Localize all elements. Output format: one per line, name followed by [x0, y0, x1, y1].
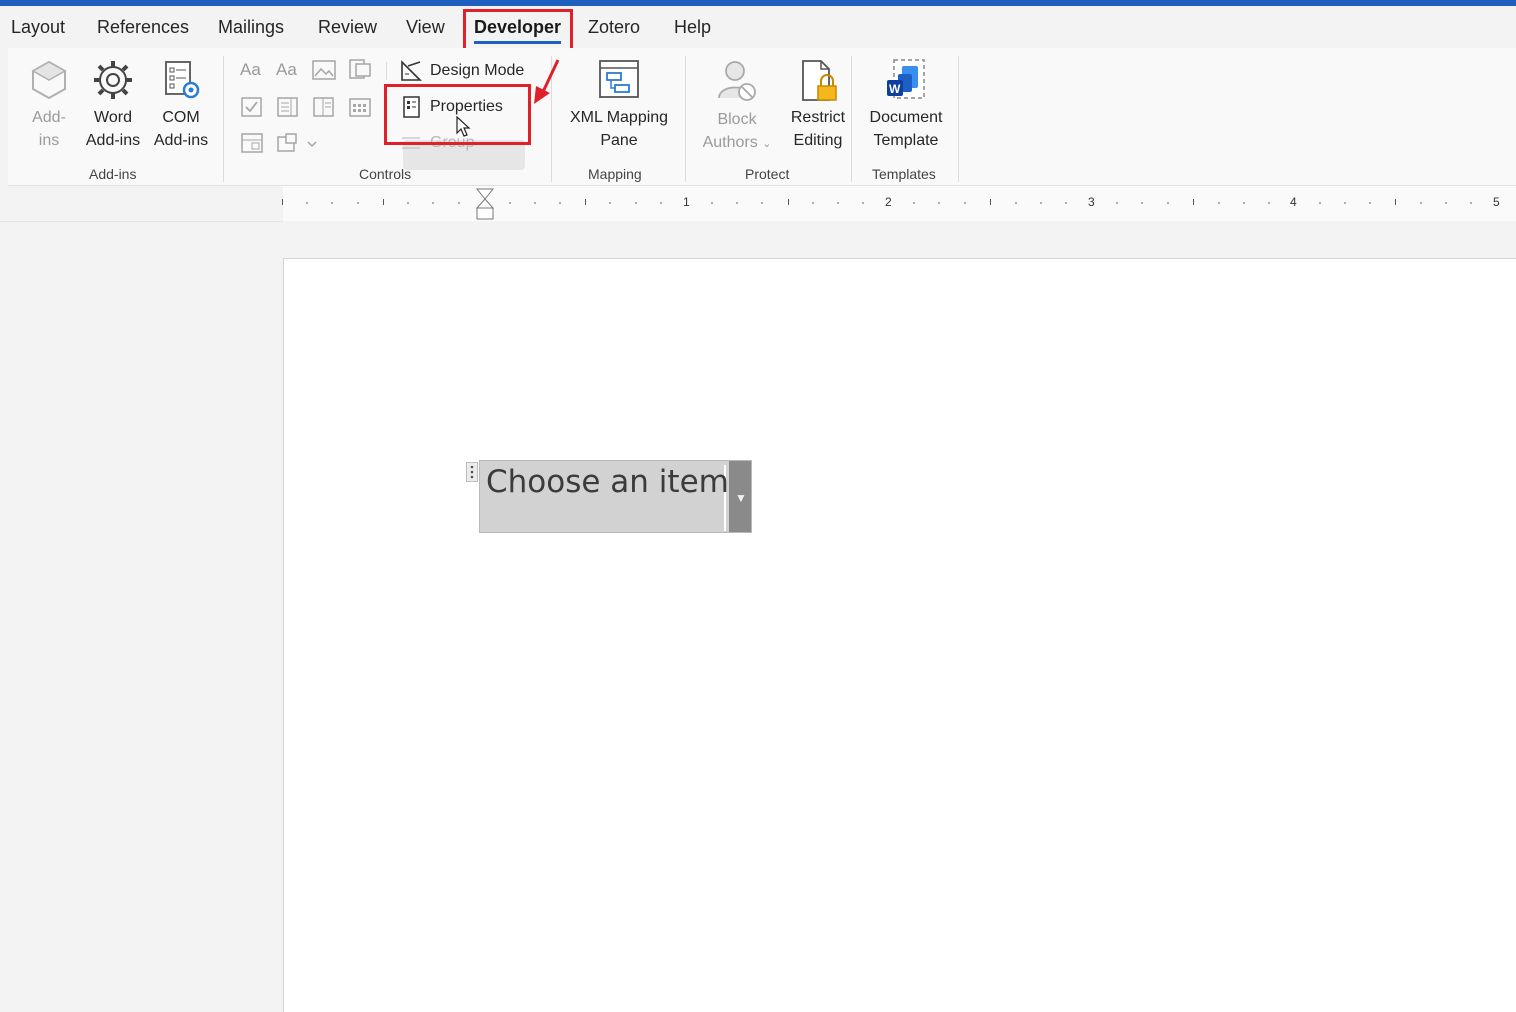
- horizontal-ruler: 1 2 3 4 5: [0, 186, 1516, 222]
- tab-help[interactable]: Help: [674, 17, 711, 38]
- developer-tab-highlight: [463, 9, 573, 53]
- com-addins-icon: [165, 61, 200, 99]
- addins-icon: [31, 60, 67, 100]
- group-divider: [958, 56, 959, 182]
- xml-mapping-pane-button[interactable]: XML Mapping Pane: [562, 58, 676, 158]
- building-block-control-icon[interactable]: [348, 58, 372, 80]
- svg-text:W: W: [889, 82, 901, 96]
- ruler-number: 5: [1493, 195, 1500, 209]
- picture-control-icon[interactable]: [312, 60, 336, 80]
- date-picker-control-icon[interactable]: [348, 96, 372, 118]
- dropdown-content-control[interactable]: Choose an item. ▼: [479, 460, 752, 533]
- tab-review[interactable]: Review: [318, 17, 377, 38]
- group-label-mapping: Mapping: [588, 166, 642, 182]
- com-addins-button[interactable]: COM Add-ins: [149, 58, 213, 158]
- document-template-button[interactable]: W Document Template: [862, 58, 950, 158]
- mouse-cursor-icon: [456, 116, 471, 137]
- block-authors-button[interactable]: Block Authors ⌄: [698, 58, 776, 158]
- tab-view[interactable]: View: [406, 17, 445, 38]
- group-divider: [685, 56, 686, 182]
- ribbon-tabs: Layout References Mailings Review View D…: [0, 6, 1516, 48]
- content-control-handle-icon[interactable]: [466, 462, 478, 482]
- dropdown-arrow-button[interactable]: ▼: [729, 461, 751, 532]
- rich-text-control-icon[interactable]: Aa: [240, 60, 261, 80]
- dropdown-list-control-icon[interactable]: [312, 96, 336, 118]
- design-mode-button[interactable]: Design Mode: [400, 60, 524, 82]
- ruler-ticks: [282, 186, 1516, 222]
- content-control-text: Choose an item.: [486, 464, 739, 500]
- group-divider: [223, 56, 224, 182]
- ruler-number: 1: [683, 195, 690, 209]
- chevron-down-icon: ▼: [735, 491, 747, 505]
- ribbon: Add-ins Word Add-ins COM Add-ins Add-ins A: [8, 48, 1516, 186]
- restrict-editing-button[interactable]: Restrict Editing: [780, 58, 856, 158]
- tab-layout[interactable]: Layout: [11, 17, 65, 38]
- xml-mapping-icon: [599, 60, 639, 98]
- repeating-section-control-icon[interactable]: [240, 132, 264, 154]
- document-template-icon: W: [887, 59, 925, 99]
- tab-zotero[interactable]: Zotero: [588, 17, 640, 38]
- checkbox-control-icon[interactable]: [240, 96, 264, 118]
- annotation-arrow-icon: [534, 59, 560, 104]
- combo-box-control-icon[interactable]: [276, 96, 300, 118]
- tab-mailings[interactable]: Mailings: [218, 17, 284, 38]
- legacy-tools-icon[interactable]: [276, 132, 322, 154]
- ruler-number: 3: [1088, 195, 1095, 209]
- restrict-editing-icon: [802, 60, 837, 101]
- group-label-templates: Templates: [872, 166, 936, 182]
- chevron-down-icon: ⌄: [762, 138, 772, 150]
- controls-divider: [386, 62, 387, 80]
- group-label-protect: Protect: [745, 166, 790, 182]
- ruler-number: 4: [1290, 195, 1297, 209]
- word-addins-button[interactable]: Word Add-ins: [82, 58, 144, 158]
- document-page[interactable]: [283, 258, 1516, 1012]
- block-authors-icon: [718, 61, 756, 101]
- ruler-number: 2: [885, 195, 892, 209]
- tab-references[interactable]: References: [97, 17, 189, 38]
- group-label-controls: Controls: [359, 166, 412, 182]
- plain-text-control-icon[interactable]: Aa: [276, 60, 297, 80]
- group-divider: [851, 56, 852, 182]
- addins-button[interactable]: Add-ins: [22, 58, 76, 158]
- design-mode-icon: [401, 60, 422, 81]
- group-label-addins: Add-ins: [89, 166, 137, 182]
- gear-icon: [94, 61, 132, 99]
